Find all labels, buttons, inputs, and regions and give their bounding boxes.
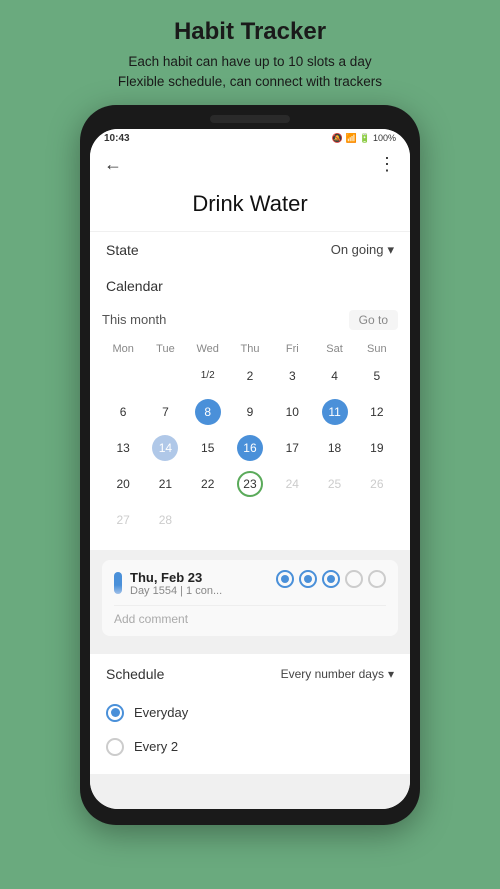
cal-cell-sun4: 26 <box>356 466 398 502</box>
cal-cell-tue3[interactable]: 14 <box>144 430 186 466</box>
slot-5[interactable] <box>368 570 386 588</box>
calendar-top: This month Go to <box>102 310 398 330</box>
cal-cell-fri4: 24 <box>271 466 313 502</box>
slot-2[interactable] <box>299 570 317 588</box>
cal-cell-tue5: 28 <box>144 502 186 538</box>
day-slots <box>276 570 386 588</box>
state-value[interactable]: On going ▾ <box>331 242 394 258</box>
radio-every2[interactable] <box>106 738 124 756</box>
cal-cell-thu2[interactable]: 9 <box>229 394 271 430</box>
cal-cell <box>356 502 398 538</box>
state-label: State <box>106 242 139 258</box>
cal-cell-fri2[interactable]: 10 <box>271 394 313 430</box>
add-comment[interactable]: Add comment <box>114 605 386 626</box>
phone-notch <box>210 115 290 123</box>
cal-cell <box>271 502 313 538</box>
cal-cell-mon5: 27 <box>102 502 144 538</box>
cal-cell-mon3[interactable]: 13 <box>102 430 144 466</box>
cal-cell-wed2[interactable]: 8 <box>187 394 229 430</box>
back-button[interactable]: ← <box>104 154 122 175</box>
schedule-options: Everyday Every 2 <box>90 690 410 774</box>
cal-cell-tue4[interactable]: 21 <box>144 466 186 502</box>
cal-cell-wed1[interactable]: 1/2 <box>187 358 229 394</box>
schedule-option-everyday[interactable]: Everyday <box>106 696 394 730</box>
cal-header-sun: Sun <box>356 340 398 358</box>
cal-cell <box>102 358 144 394</box>
cal-cell <box>229 502 271 538</box>
cal-header-tue: Tue <box>144 340 186 358</box>
slot-3[interactable] <box>322 570 340 588</box>
day-detail-header: Thu, Feb 23 Day 1554 | 1 con... <box>114 570 386 597</box>
cal-cell <box>187 502 229 538</box>
day-date: Thu, Feb 23 <box>130 570 222 585</box>
page-subtitle: Each habit can have up to 10 slots a day… <box>118 52 382 93</box>
cal-cell-thu4[interactable]: 23 <box>229 466 271 502</box>
slot-4[interactable] <box>345 570 363 588</box>
radio-everyday-inner <box>111 708 120 717</box>
day-detail-left: Thu, Feb 23 Day 1554 | 1 con... <box>114 570 222 597</box>
cal-cell-mon4[interactable]: 20 <box>102 466 144 502</box>
month-label: This month <box>102 312 166 327</box>
day-detail-text: Thu, Feb 23 Day 1554 | 1 con... <box>130 570 222 597</box>
section-gap <box>90 646 410 654</box>
cal-cell-fri1[interactable]: 3 <box>271 358 313 394</box>
cal-cell-sat3[interactable]: 18 <box>313 430 355 466</box>
cal-cell-tue2[interactable]: 7 <box>144 394 186 430</box>
cal-cell-thu1[interactable]: 2 <box>229 358 271 394</box>
more-button[interactable]: ⋮ <box>378 154 396 175</box>
status-time: 10:43 <box>104 133 130 144</box>
screen-content: Drink Water State On going ▾ Calendar Th… <box>90 183 410 809</box>
cal-header-thu: Thu <box>229 340 271 358</box>
slot-1[interactable] <box>276 570 294 588</box>
cal-cell-sun2[interactable]: 12 <box>356 394 398 430</box>
page-title: Habit Tracker <box>118 18 382 46</box>
cal-cell-wed4[interactable]: 22 <box>187 466 229 502</box>
dropdown-icon: ▾ <box>387 242 394 258</box>
cal-cell-sat1[interactable]: 4 <box>313 358 355 394</box>
cal-header-sat: Sat <box>313 340 355 358</box>
cal-cell-fri3[interactable]: 17 <box>271 430 313 466</box>
status-bar: 10:43 🔕 📶 🔋 100% <box>90 129 410 148</box>
water-icon <box>114 572 122 594</box>
day-sub: Day 1554 | 1 con... <box>130 585 222 597</box>
status-icons: 🔕 📶 🔋 100% <box>332 133 396 144</box>
cal-grid: Mon Tue Wed Thu Fri Sat Sun 1/2 2 3 4 5 <box>102 340 398 538</box>
cal-cell-sun1[interactable]: 5 <box>356 358 398 394</box>
cal-cell-thu3[interactable]: 16 <box>229 430 271 466</box>
schedule-dropdown-icon: ▾ <box>388 667 394 681</box>
phone-screen: 10:43 🔕 📶 🔋 100% ← ⋮ Drink Water State O… <box>90 129 410 809</box>
schedule-row: Schedule Every number days ▾ <box>90 654 410 690</box>
phone-frame: 10:43 🔕 📶 🔋 100% ← ⋮ Drink Water State O… <box>80 105 420 825</box>
cal-header-mon: Mon <box>102 340 144 358</box>
cal-cell-mon2[interactable]: 6 <box>102 394 144 430</box>
day-detail-card: Thu, Feb 23 Day 1554 | 1 con... Add comm… <box>102 560 398 636</box>
calendar-card: This month Go to Mon Tue Wed Thu Fri Sat… <box>90 300 410 550</box>
calendar-section-header: Calendar <box>90 268 410 300</box>
cal-cell-sat4: 25 <box>313 466 355 502</box>
go-to-button[interactable]: Go to <box>349 310 398 330</box>
radio-everyday[interactable] <box>106 704 124 722</box>
habit-name: Drink Water <box>90 191 410 217</box>
cal-cell <box>144 358 186 394</box>
schedule-option-every2[interactable]: Every 2 <box>106 730 394 764</box>
habit-title-section: Drink Water <box>90 183 410 231</box>
app-toolbar: ← ⋮ <box>90 148 410 183</box>
cal-header-fri: Fri <box>271 340 313 358</box>
cal-header-wed: Wed <box>187 340 229 358</box>
cal-cell-sat2[interactable]: 11 <box>313 394 355 430</box>
cal-cell-wed3[interactable]: 15 <box>187 430 229 466</box>
cal-cell <box>313 502 355 538</box>
every2-label: Every 2 <box>134 739 178 754</box>
schedule-label: Schedule <box>106 666 164 682</box>
page-header: Habit Tracker Each habit can have up to … <box>88 0 412 105</box>
everyday-label: Everyday <box>134 705 188 720</box>
cal-cell-sun3[interactable]: 19 <box>356 430 398 466</box>
state-row: State On going ▾ <box>90 231 410 268</box>
schedule-value[interactable]: Every number days ▾ <box>281 667 394 681</box>
